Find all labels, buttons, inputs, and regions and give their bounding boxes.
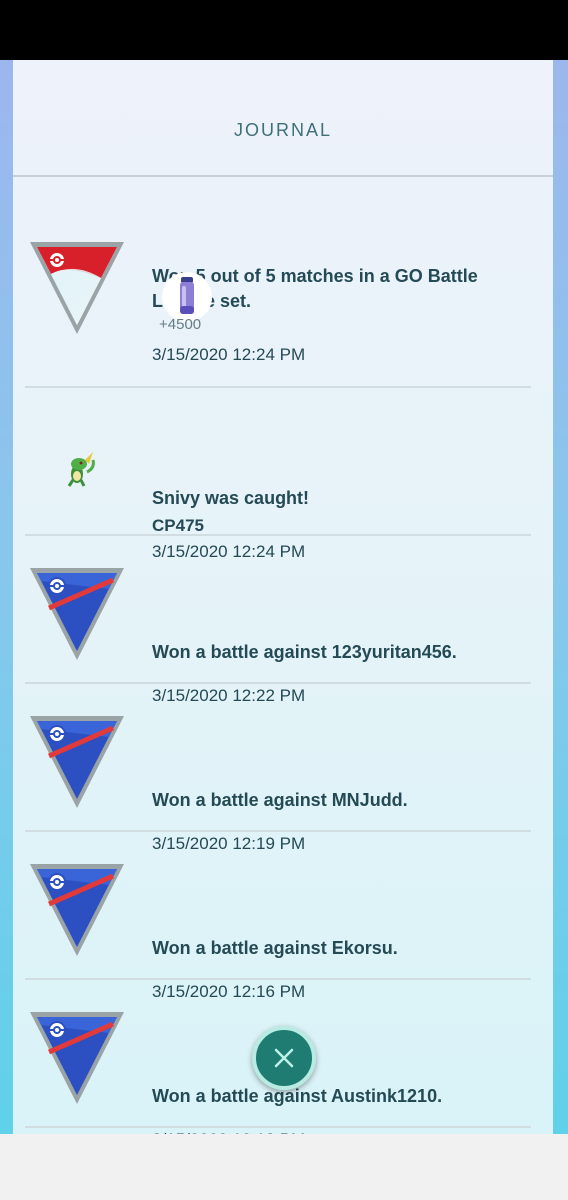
journal-entry[interactable]: Won a battle against Ekorsu. 3/15/2020 1…: [13, 830, 553, 1001]
great-league-badge-icon: [27, 860, 127, 960]
journal-panel: JOURNAL out of 5 matches in a GO Battle …: [13, 60, 553, 1149]
system-nav-bar: [0, 1134, 568, 1200]
close-button[interactable]: [252, 1026, 316, 1090]
entry-divider: [25, 1126, 531, 1128]
entry-title: Snivy was caught!: [152, 488, 310, 508]
entry-title: Won a battle against 123yuritan456.: [152, 642, 457, 662]
journal-entry[interactable]: Won a battle against MNJudd. 3/15/2020 1…: [13, 682, 553, 853]
journal-entry[interactable]: Won a battle against 123yuritan456. 3/15…: [13, 534, 553, 705]
great-league-badge-icon: [27, 564, 127, 664]
journal-entry[interactable]: Snivy was caught! CP475 3/15/2020 12:24 …: [13, 386, 553, 561]
snivy-icon: [27, 410, 127, 510]
reward-amount: +4500: [159, 316, 202, 333]
entry-title: Won a battle against Ekorsu.: [152, 938, 398, 958]
header-divider: [13, 175, 553, 177]
cp-value: CP475: [152, 516, 204, 535]
entry-title: Won a battle against MNJudd.: [152, 790, 408, 810]
status-bar: [0, 0, 568, 60]
page-title: JOURNAL: [233, 120, 332, 140]
journal-entry[interactable]: Won 5 out of 5 matches in a GO Battle Le…: [13, 190, 553, 388]
stardust-vial-icon: [162, 272, 212, 322]
close-icon: [274, 1048, 294, 1068]
ultra-league-badge-icon: [27, 238, 127, 338]
great-league-badge-icon: [27, 712, 127, 812]
entry-title: Won a battle against Austink1210.: [152, 1086, 443, 1106]
journal-header: JOURNAL: [13, 60, 553, 177]
app-background: JOURNAL out of 5 matches in a GO Battle …: [0, 60, 568, 1149]
entry-timestamp: 3/15/2020 12:24 PM: [152, 345, 306, 364]
great-league-badge-icon: [27, 1008, 127, 1108]
